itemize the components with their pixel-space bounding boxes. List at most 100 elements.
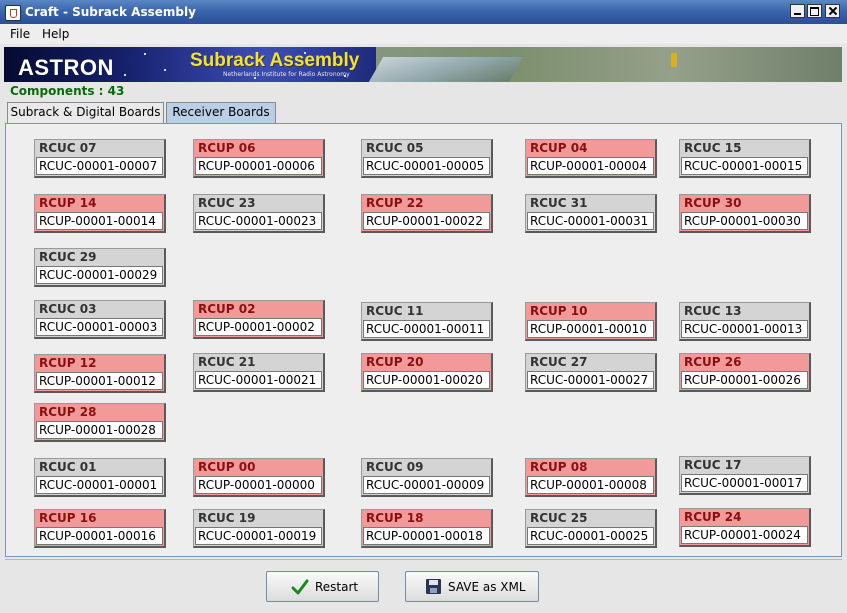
board-card-rcup-26: RCUP 26 RCUP-00001-00026	[679, 353, 811, 392]
board-card-rcup-12: RCUP 12 RCUP-00001-00012	[34, 354, 166, 393]
board-card-rcuc-09: RCUC 09 RCUC-00001-00009	[361, 458, 493, 497]
serial-field[interactable]: RCUP-00001-00024	[681, 526, 808, 544]
board-card-rcuc-21: RCUC 21 RCUC-00001-00021	[193, 353, 325, 392]
serial-field[interactable]: RCUC-00001-00023	[195, 212, 322, 230]
board-card-rcuc-23: RCUC 23 RCUC-00001-00023	[193, 194, 325, 233]
board-card-rcup-16: RCUP 16 RCUP-00001-00016	[34, 509, 166, 548]
menu-bar: File Help	[0, 24, 847, 44]
board-label: RCUC 21	[198, 355, 256, 369]
serial-field[interactable]: RCUC-00001-00015	[681, 157, 808, 175]
board-label: RCUP 08	[530, 460, 588, 474]
board-label: RCUP 02	[198, 302, 256, 316]
menu-help[interactable]: Help	[42, 27, 69, 41]
tab-receiver-boards[interactable]: Receiver Boards	[166, 102, 276, 123]
board-card-rcup-00: RCUP 00 RCUP-00001-00000	[193, 458, 325, 497]
serial-field[interactable]: RCUP-00001-00030	[681, 212, 808, 230]
board-card-rcup-30: RCUP 30 RCUP-00001-00030	[679, 194, 811, 233]
board-card-rcuc-11: RCUC 11 RCUC-00001-00011	[361, 302, 493, 341]
board-label: RCUC 09	[366, 460, 424, 474]
serial-field[interactable]: RCUC-00001-00007	[36, 157, 163, 175]
board-label: RCUC 23	[198, 196, 256, 210]
floppy-disk-icon	[426, 579, 441, 594]
serial-field[interactable]: RCUC-00001-00029	[36, 266, 163, 284]
banner-image: ASTRON Subrack Assembly Netherlands Inst…	[4, 47, 842, 82]
serial-field[interactable]: RCUP-00001-00002	[195, 318, 322, 336]
board-card-rcuc-17: RCUC 17 RCUC-00001-00017	[679, 456, 811, 495]
serial-field[interactable]: RCUC-00001-00019	[195, 527, 322, 545]
serial-field[interactable]: RCUP-00001-00020	[363, 371, 490, 389]
serial-field[interactable]: RCUC-00001-00003	[36, 318, 163, 336]
serial-field[interactable]: RCUC-00001-00031	[527, 212, 654, 230]
banner-title: Subrack Assembly	[190, 50, 360, 71]
save-label: SAVE as XML	[448, 580, 526, 594]
serial-field[interactable]: RCUC-00001-00025	[527, 527, 654, 545]
serial-field[interactable]: RCUP-00001-00022	[363, 212, 490, 230]
serial-field[interactable]: RCUC-00001-00011	[363, 320, 490, 338]
serial-field[interactable]: RCUC-00001-00001	[36, 476, 163, 494]
serial-field[interactable]: RCUC-00001-00027	[527, 371, 654, 389]
minimize-button[interactable]	[790, 4, 805, 18]
board-label: RCUC 11	[366, 304, 424, 318]
close-button[interactable]	[825, 4, 840, 18]
board-label: RCUC 19	[198, 511, 256, 525]
banner-subtitle: Netherlands Institute for Radio Astronom…	[223, 71, 350, 78]
menu-file[interactable]: File	[10, 27, 30, 41]
board-card-rcuc-01: RCUC 01 RCUC-00001-00001	[34, 458, 166, 497]
astron-logo: ASTRON	[18, 55, 114, 80]
save-xml-button[interactable]: SAVE as XML	[405, 571, 539, 602]
serial-field[interactable]: RCUP-00001-00026	[681, 371, 808, 389]
board-card-rcup-22: RCUP 22 RCUP-00001-00022	[361, 194, 493, 233]
board-card-rcuc-27: RCUC 27 RCUC-00001-00027	[525, 353, 657, 392]
board-label: RCUC 25	[530, 511, 588, 525]
serial-field[interactable]: RCUP-00001-00028	[36, 421, 163, 439]
banner-crane	[671, 53, 677, 67]
restart-button[interactable]: Restart	[266, 571, 379, 602]
board-card-rcup-08: RCUP 08 RCUP-00001-00008	[525, 458, 657, 497]
title-bar: Craft - Subrack Assembly	[0, 0, 847, 24]
receiver-boards-panel: RCUC 07 RCUC-00001-00007 RCUP 06 RCUP-0000…	[5, 123, 842, 557]
board-card-rcup-02: RCUP 02 RCUP-00001-00002	[193, 300, 325, 339]
board-card-rcup-24: RCUP 24 RCUP-00001-00024	[679, 508, 811, 547]
board-label: RCUC 01	[39, 460, 97, 474]
board-label: RCUP 24	[684, 510, 742, 524]
board-label: RCUP 30	[684, 196, 742, 210]
board-label: RCUP 12	[39, 356, 97, 370]
board-label: RCUP 06	[198, 141, 256, 155]
serial-field[interactable]: RCUP-00001-00018	[363, 527, 490, 545]
serial-field[interactable]: RCUC-00001-00017	[681, 474, 808, 492]
board-card-rcuc-15: RCUC 15 RCUC-00001-00015	[679, 139, 811, 178]
board-card-rcuc-03: RCUC 03 RCUC-00001-00003	[34, 300, 166, 339]
board-label: RCUC 27	[530, 355, 588, 369]
board-label: RCUP 00	[198, 460, 256, 474]
maximize-button[interactable]	[807, 4, 822, 18]
serial-field[interactable]: RCUP-00001-00006	[195, 157, 322, 175]
board-label: RCUC 17	[684, 458, 742, 472]
board-label: RCUP 20	[366, 355, 424, 369]
board-label: RCUC 15	[684, 141, 742, 155]
board-card-rcup-06: RCUP 06 RCUP-00001-00006	[193, 139, 325, 178]
window-title: Craft - Subrack Assembly	[25, 5, 196, 19]
serial-field[interactable]: RCUP-00001-00012	[36, 372, 163, 390]
serial-field[interactable]: RCUP-00001-00010	[527, 320, 654, 338]
serial-field[interactable]: RCUP-00001-00016	[36, 527, 163, 545]
board-label: RCUP 18	[366, 511, 424, 525]
serial-field[interactable]: RCUP-00001-00014	[36, 212, 163, 230]
serial-field[interactable]: RCUP-00001-00004	[527, 157, 654, 175]
serial-field[interactable]: RCUC-00001-00021	[195, 371, 322, 389]
board-card-rcup-18: RCUP 18 RCUP-00001-00018	[361, 509, 493, 548]
serial-field[interactable]: RCUP-00001-00000	[195, 476, 322, 494]
board-label: RCUC 07	[39, 141, 97, 155]
board-label: RCUP 16	[39, 511, 97, 525]
serial-field[interactable]: RCUC-00001-00013	[681, 320, 808, 338]
board-card-rcuc-05: RCUC 05 RCUC-00001-00005	[361, 139, 493, 178]
serial-field[interactable]: RCUC-00001-00005	[363, 157, 490, 175]
board-card-rcuc-29: RCUC 29 RCUC-00001-00029	[34, 248, 166, 287]
board-card-rcuc-13: RCUC 13 RCUC-00001-00013	[679, 302, 811, 341]
tab-subrack-digital-boards[interactable]: Subrack & Digital Boards	[7, 102, 164, 123]
board-card-rcup-14: RCUP 14 RCUP-00001-00014	[34, 194, 166, 233]
board-label: RCUP 22	[366, 196, 424, 210]
board-label: RCUP 14	[39, 196, 97, 210]
board-card-rcup-28: RCUP 28 RCUP-00001-00028	[34, 403, 166, 442]
serial-field[interactable]: RCUP-00001-00008	[527, 476, 654, 494]
serial-field[interactable]: RCUC-00001-00009	[363, 476, 490, 494]
